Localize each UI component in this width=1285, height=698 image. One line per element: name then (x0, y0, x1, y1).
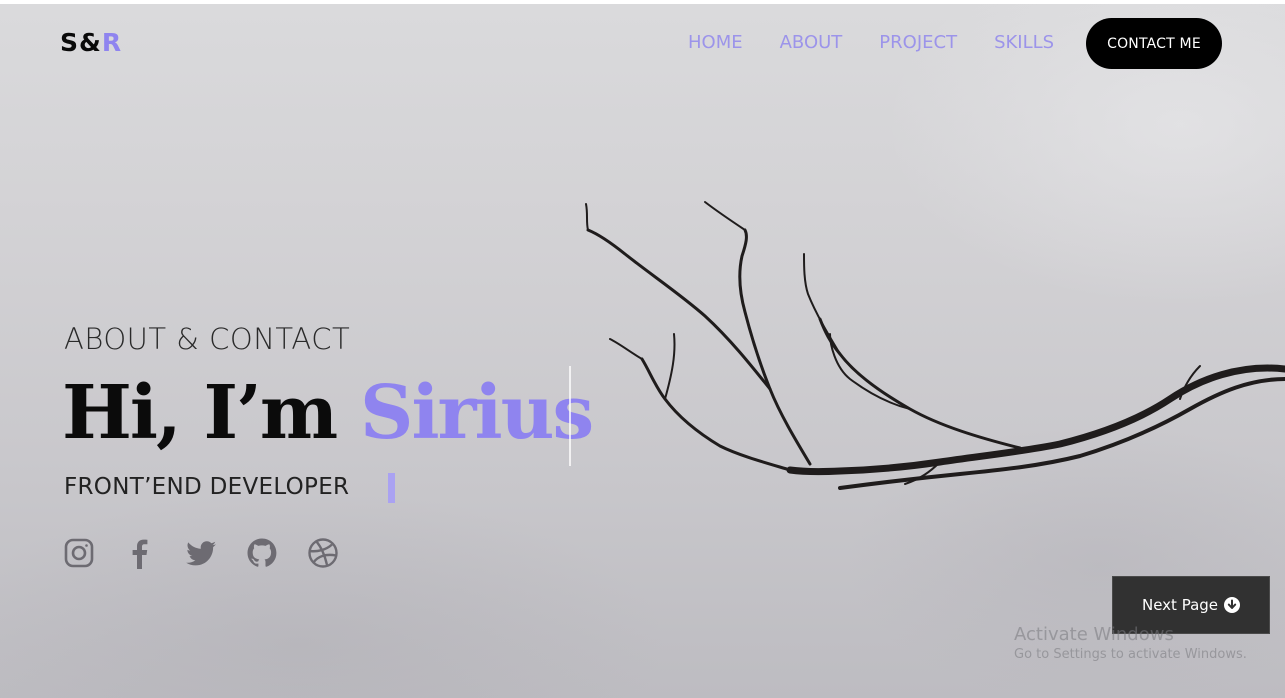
tree-branch-image (585, 201, 1285, 490)
hero-greeting: Hi, I’m (62, 370, 360, 456)
dribbble-icon[interactable] (306, 535, 340, 571)
arrow-down-circle-icon (1224, 597, 1241, 613)
logo-prefix: S& (60, 28, 102, 57)
contact-me-button[interactable]: CONTACT ME (1086, 18, 1222, 69)
hero-role: FRONT’END DEVELOPER (64, 474, 350, 500)
watermark-title: Activate Windows (1014, 624, 1174, 645)
watermark-subtitle: Go to Settings to activate Windows. (1014, 647, 1247, 662)
next-page-label: Next Page (1141, 596, 1219, 614)
instagram-icon[interactable] (62, 535, 96, 571)
windows-activation-watermark: Activate Windows Go to Settings to activ… (1014, 624, 1247, 662)
nav-skills[interactable]: SKILLS (994, 32, 1054, 54)
logo[interactable]: S&R (60, 28, 122, 57)
hero-heading: Hi, I’m Sirius (62, 370, 594, 456)
nav-about[interactable]: ABOUT (780, 32, 843, 54)
nav-home[interactable]: HOME (688, 32, 743, 54)
github-icon[interactable] (245, 535, 279, 571)
hero-name: Sirius (360, 370, 594, 456)
social-links (62, 535, 367, 571)
nav-project[interactable]: PROJECT (879, 32, 957, 54)
section-eyebrow: ABOUT & CONTACT (64, 322, 351, 356)
heading-text-caret (569, 366, 571, 466)
hero-background: S&R HOME ABOUT PROJECT SKILLS CONTACT ME… (0, 4, 1285, 698)
typing-cursor (388, 473, 395, 503)
twitter-icon[interactable] (184, 535, 218, 571)
top-nav: HOME ABOUT PROJECT SKILLS (688, 32, 1091, 54)
facebook-icon[interactable] (123, 535, 157, 571)
logo-accent: R (101, 28, 123, 57)
